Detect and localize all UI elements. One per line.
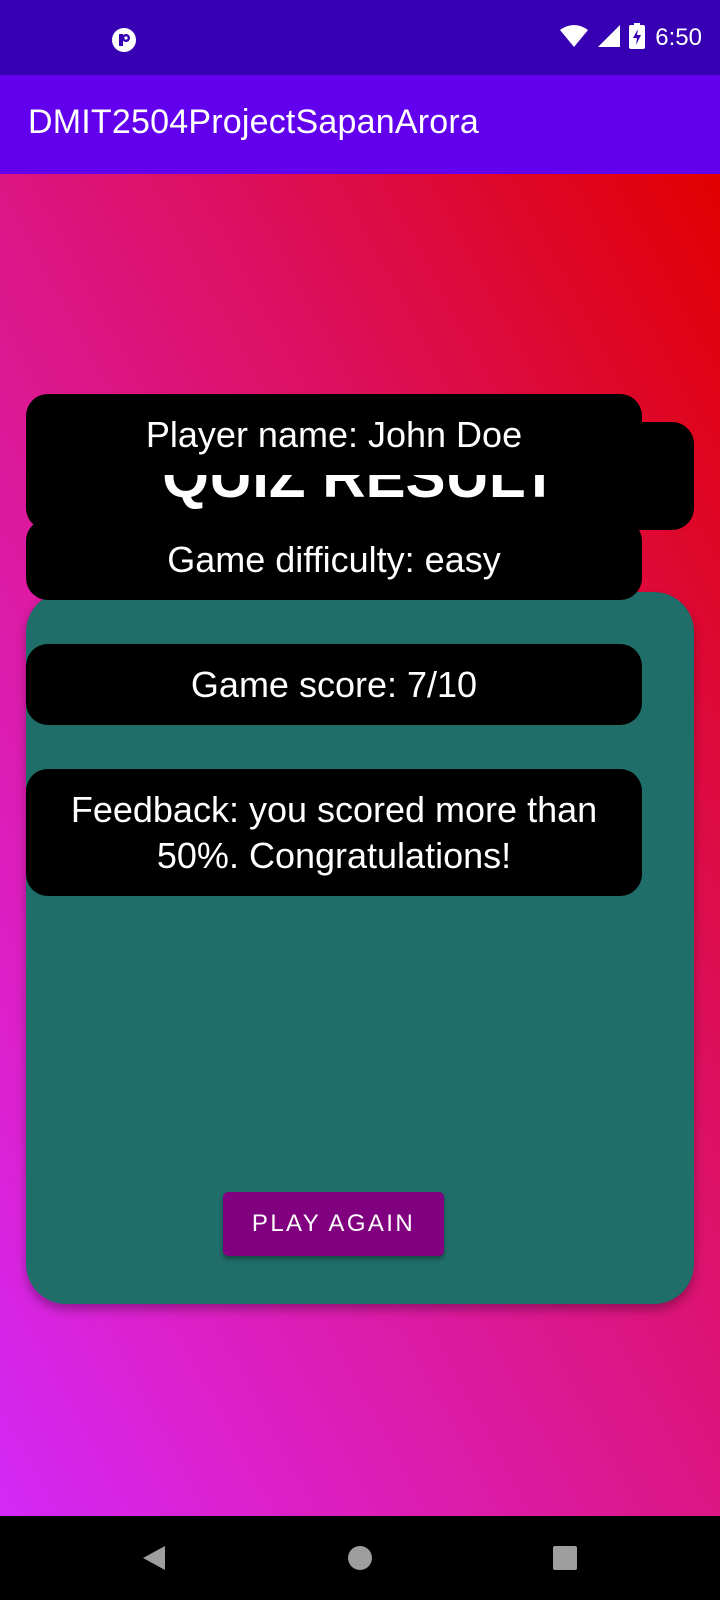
status-icons: 6:50 — [559, 22, 702, 54]
home-icon[interactable] — [338, 1536, 382, 1580]
game-difficulty-text: Game difficulty: easy — [26, 519, 642, 600]
app-title: DMIT2504ProjectSapanArora — [28, 103, 480, 141]
app-bar: DMIT2504ProjectSapanArora — [0, 75, 720, 174]
player-name-text: Player name: John Doe — [26, 394, 642, 475]
back-icon[interactable] — [132, 1536, 176, 1580]
navigation-bar — [0, 1516, 720, 1600]
wifi-icon — [559, 24, 589, 52]
status-time: 6:50 — [655, 24, 702, 51]
recents-icon[interactable] — [543, 1536, 587, 1580]
play-again-button[interactable]: PLAY AGAIN — [223, 1192, 444, 1256]
game-score-text: Game score: 7/10 — [26, 644, 642, 725]
app-notification-icon — [111, 27, 137, 53]
battery-charging-icon — [629, 23, 646, 53]
status-bar: 6:50 — [0, 0, 720, 75]
cellular-signal-icon — [597, 24, 621, 52]
feedback-text: Feedback: you scored more than 50%. Cong… — [26, 769, 642, 896]
quiz-result-screen: QUIZ RESULT Player name: John Doe Game d… — [0, 174, 720, 1516]
